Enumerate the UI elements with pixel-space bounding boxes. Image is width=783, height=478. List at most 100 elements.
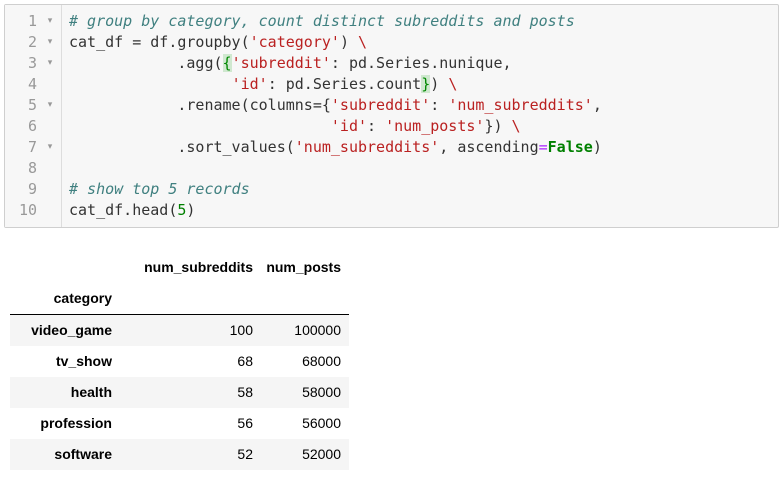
code-line[interactable]: 4 'id': pd.Series.count}) \: [5, 74, 778, 95]
code-text: # group by category, count distinct subr…: [69, 11, 575, 32]
cell-num-subreddits: 100: [229, 322, 253, 338]
line-number: 5: [27, 96, 37, 114]
index-name-blank: [261, 283, 349, 315]
code-token: 'subreddit': [330, 96, 431, 114]
row-index: software: [54, 446, 112, 462]
cell-num-posts: 52000: [302, 446, 341, 462]
code-token: : pd.Series.nunique,: [330, 54, 512, 72]
fold-arrow-icon[interactable]: ▾: [44, 11, 56, 32]
cell-num-posts: 100000: [294, 322, 341, 338]
code-line[interactable]: 7 ▾ .sort_values('num_subreddits', ascend…: [5, 137, 778, 158]
code-text: 'id': 'num_posts'}) \: [69, 116, 521, 137]
code-token: cat_df = df.groupby(: [69, 33, 250, 51]
table-row: software 52 52000: [10, 439, 349, 470]
fold-arrow-icon[interactable]: ▾: [44, 53, 56, 74]
fold-arrow-icon[interactable]: ▾: [44, 32, 56, 53]
code-token: ): [430, 75, 449, 93]
index-name-blank: [120, 283, 261, 315]
cell-num-posts: 68000: [302, 353, 341, 369]
code-line[interactable]: 9 # show top 5 records: [5, 179, 778, 200]
code-line[interactable]: 1 ▾ # group by category, count distinct su…: [5, 11, 778, 32]
code-text: .sort_values('num_subreddits', ascending…: [69, 137, 602, 158]
line-number: 1: [27, 12, 37, 30]
column-header-row: num_subreddits num_posts: [10, 252, 349, 283]
fold-arrow-icon[interactable]: ▾: [44, 95, 56, 116]
code-cell[interactable]: 1 ▾ # group by category, count distinct su…: [4, 4, 779, 228]
line-number: 7: [27, 138, 37, 156]
code-token: \: [511, 117, 521, 135]
dataframe-output: num_subreddits num_posts category video_…: [10, 252, 349, 470]
code-line[interactable]: 3 ▾ .agg({'subreddit': pd.Series.nunique,: [5, 53, 778, 74]
table-row: tv_show 68 68000: [10, 346, 349, 377]
cell-num-subreddits: 52: [237, 446, 253, 462]
code-text: # show top 5 records: [69, 179, 250, 200]
fold-arrow-icon[interactable]: ▾: [44, 137, 56, 158]
code-text: .rename(columns={'subreddit': 'num_subre…: [69, 95, 602, 116]
line-number: 9: [27, 180, 37, 198]
row-index: health: [70, 384, 112, 400]
line-number: 8: [27, 159, 37, 177]
row-index: profession: [40, 415, 112, 431]
code-token: 'category': [249, 33, 340, 51]
table-row: video_game 100 100000: [10, 314, 349, 346]
code-token: 'num_subreddits': [448, 96, 593, 114]
dataframe-table: num_subreddits num_posts category video_…: [10, 252, 349, 470]
code-token: : pd.Series.count: [267, 75, 422, 93]
code-token: .rename(columns={: [69, 96, 331, 114]
cell-num-subreddits: 56: [237, 415, 253, 431]
code-token: , ascending: [439, 138, 539, 156]
code-line[interactable]: 10 cat_df.head(5): [5, 200, 778, 221]
row-index: video_game: [31, 322, 112, 338]
code-text: cat_df = df.groupby('category') \: [69, 32, 367, 53]
cell-num-posts: 58000: [302, 384, 341, 400]
code-token: # show top 5 records: [69, 180, 250, 198]
code-line[interactable]: 6 'id': 'num_posts'}) \: [5, 116, 778, 137]
cell-num-subreddits: 68: [237, 353, 253, 369]
code-token: 'subreddit': [231, 54, 331, 72]
column-header: num_posts: [266, 259, 341, 275]
code-token: 'id': [231, 75, 268, 93]
code-token: =: [538, 138, 548, 156]
code-token: \: [448, 75, 458, 93]
code-token: 'id': [330, 117, 368, 135]
code-token: # group by category, count distinct subr…: [69, 12, 575, 30]
table-row: profession 56 56000: [10, 408, 349, 439]
code-text: 'id': pd.Series.count}) \: [69, 74, 457, 95]
index-header-blank: [10, 252, 120, 283]
code-token: .sort_values(: [69, 138, 295, 156]
code-token: cat_df.head(: [69, 201, 178, 219]
code-token: 'num_posts': [385, 117, 485, 135]
code-line[interactable]: 8: [5, 158, 778, 179]
code-token: ,: [592, 96, 602, 114]
column-header: num_subreddits: [144, 259, 253, 275]
code-token: }): [484, 117, 512, 135]
code-line[interactable]: 2 ▾ cat_df = df.groupby('category') \: [5, 32, 778, 53]
code-token: .agg(: [69, 54, 223, 72]
code-token: }: [421, 75, 431, 93]
code-token: ): [592, 138, 602, 156]
line-number: 6: [27, 117, 37, 135]
cell-num-subreddits: 58: [237, 384, 253, 400]
line-number: 10: [18, 201, 37, 219]
line-number: 3: [27, 54, 37, 72]
table-row: health 58 58000: [10, 377, 349, 408]
code-text: .agg({'subreddit': pd.Series.nunique,: [69, 53, 512, 74]
row-index: tv_show: [55, 353, 112, 369]
code-token: {: [222, 54, 232, 72]
code-line[interactable]: 5 ▾ .rename(columns={'subreddit': 'num_su…: [5, 95, 778, 116]
index-name-row: category: [10, 283, 349, 315]
code-token: 'num_subreddits': [294, 138, 440, 156]
code-text: cat_df.head(5): [69, 200, 195, 221]
index-name: category: [10, 283, 120, 315]
line-number: 2: [27, 33, 37, 51]
cell-num-posts: 56000: [302, 415, 341, 431]
code-token: \: [358, 33, 368, 51]
code-token: ): [186, 201, 196, 219]
code-token: :: [367, 117, 386, 135]
code-token: ): [339, 33, 358, 51]
line-number: 4: [27, 75, 37, 93]
code-token: False: [547, 138, 593, 156]
code-token: :: [430, 96, 449, 114]
